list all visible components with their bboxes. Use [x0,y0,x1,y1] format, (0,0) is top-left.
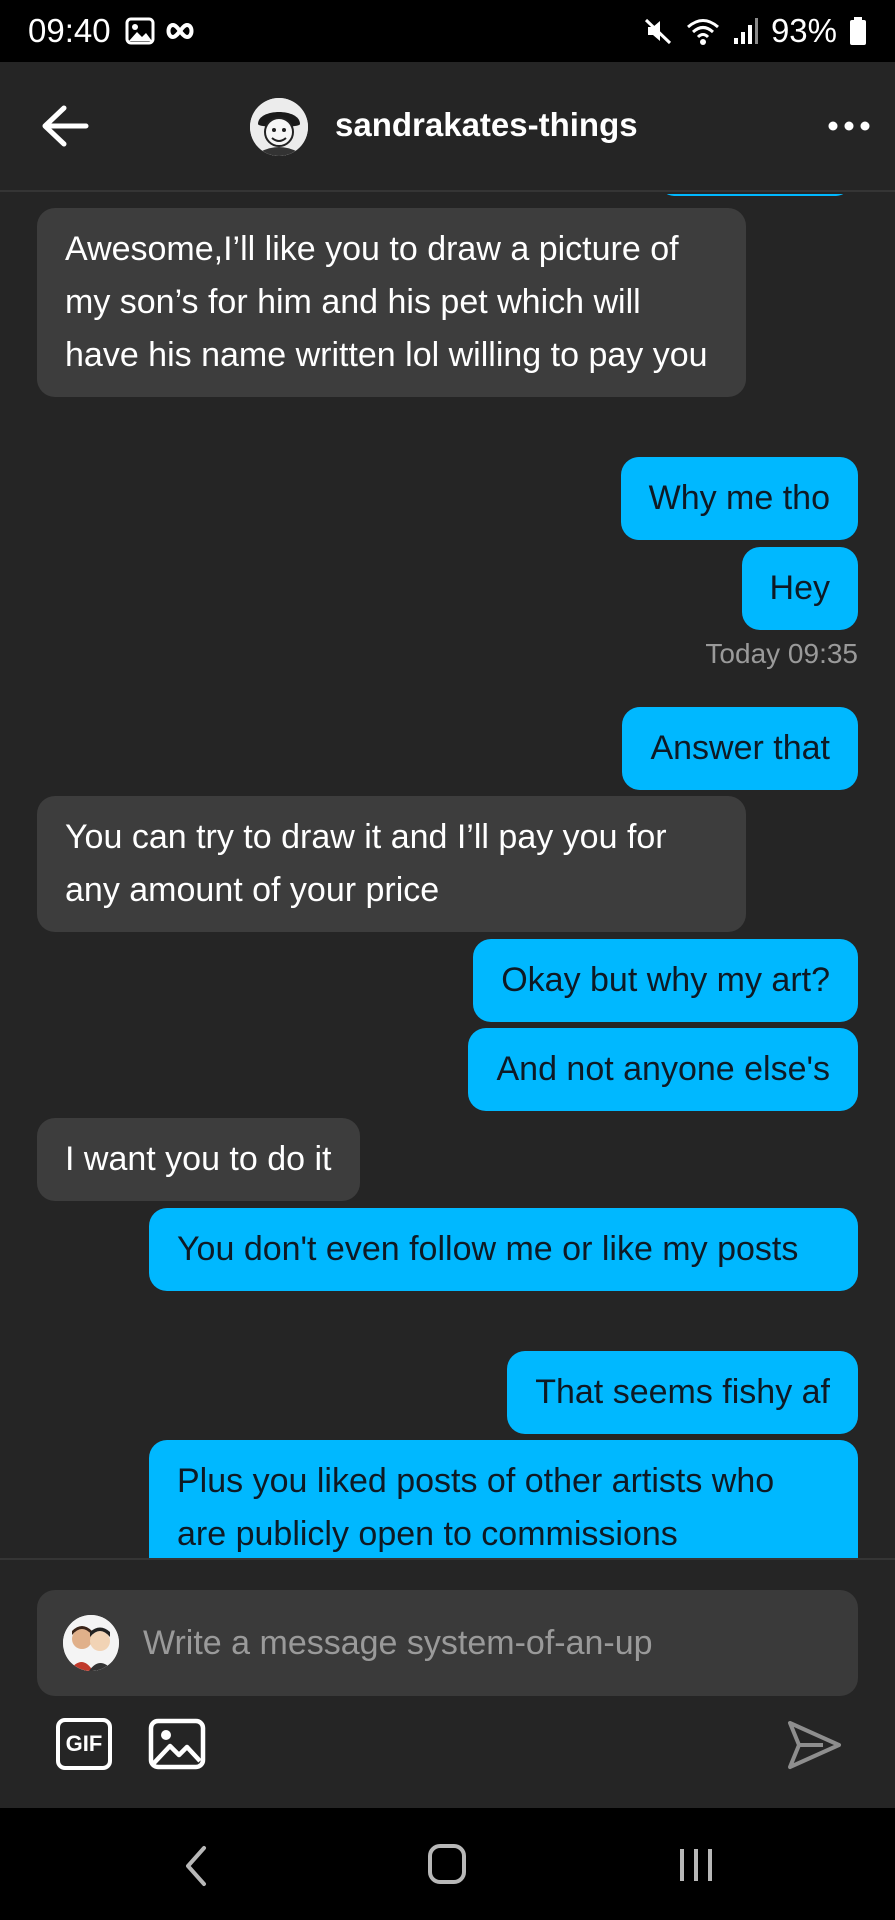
battery-icon [850,17,866,45]
battery-percentage: 93% [770,12,837,49]
system-navigation-bar [0,1808,895,1920]
message-bubble-outgoing[interactable]: Okay but why my art? [473,939,858,1022]
message-composer: GIF [0,1558,895,1808]
message-bubble-incoming[interactable]: You can try to draw it and I’ll pay you … [37,796,746,932]
gallery-icon [125,17,155,45]
send-icon[interactable] [785,1718,843,1772]
avatar [63,1615,119,1671]
message-bubble-incoming[interactable]: I want you to do it [37,1118,360,1201]
conversation-header: sandrakates-things [0,62,895,192]
gif-button[interactable]: GIF [56,1718,112,1770]
back-arrow-icon[interactable] [40,104,90,148]
signal-icon [733,18,758,44]
more-icon[interactable] [827,114,871,138]
mute-icon [644,18,671,45]
message-list[interactable]: Awesome,I’ll like you to draw a picture … [0,194,895,1558]
status-time: 09:40 [28,12,111,49]
message-bubble-outgoing[interactable]: Plus you liked posts of other artists wh… [149,1440,858,1558]
nav-home-icon[interactable] [428,1844,466,1884]
message-bubble-partial [660,194,850,196]
message-bubble-outgoing[interactable]: And not anyone else's [468,1028,858,1111]
message-timestamp: Today 09:35 [705,638,858,669]
avatar-image [63,1615,119,1671]
wifi-icon [686,19,719,45]
message-bubble-outgoing[interactable]: Answer that [622,707,858,790]
image-icon[interactable] [148,1718,206,1770]
conversation-title[interactable]: sandrakates-things [335,106,638,144]
message-input[interactable] [143,1590,843,1696]
infinity-icon [166,22,194,40]
message-bubble-outgoing[interactable]: That seems fishy af [507,1351,858,1434]
message-input-box[interactable] [37,1590,858,1696]
avatar[interactable] [250,98,308,156]
message-bubble-incoming[interactable]: Awesome,I’ll like you to draw a picture … [37,208,746,397]
message-bubble-outgoing[interactable]: Why me tho [620,457,858,540]
avatar-image [250,98,308,156]
nav-back-icon[interactable] [180,1844,212,1888]
nav-recents-icon[interactable] [676,1846,716,1884]
status-bar: 09:40 93% [0,0,895,62]
message-bubble-outgoing[interactable]: You don't even follow me or like my post… [149,1208,858,1291]
message-bubble-outgoing[interactable]: Hey [741,547,858,630]
